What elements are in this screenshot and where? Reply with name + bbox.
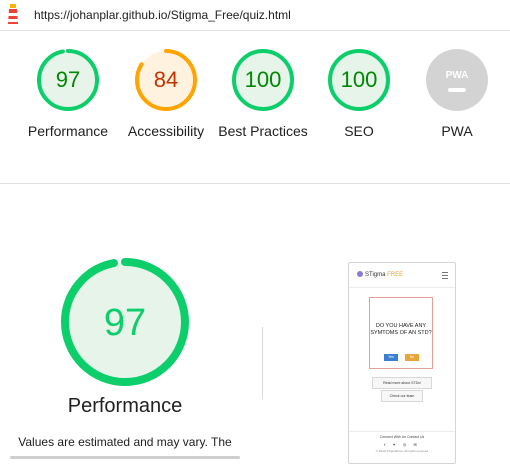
preview-no-button: No: [405, 354, 419, 361]
gauge-best-practices[interactable]: 100 Best Practices: [214, 47, 312, 141]
preview-question-card: DO YOU HAVE ANY SYMTOMS OF AN STD? Yes N…: [369, 297, 433, 369]
performance-gauge[interactable]: 97: [60, 257, 190, 387]
preview-team-button: Check our team: [381, 390, 423, 402]
preview-brand: STigma FREE: [357, 271, 403, 278]
gauge-label: Accessibility: [127, 123, 205, 139]
gauge-accessibility[interactable]: 84 Accessibility: [117, 47, 215, 141]
vertical-divider: [262, 327, 263, 399]
preview-read-more-button: Read more about STDs!: [372, 377, 432, 389]
preview-question: DO YOU HAVE ANY SYMTOMS OF AN STD?: [370, 323, 432, 336]
gauge-seo[interactable]: 100 SEO: [310, 47, 408, 141]
preview-footer: Connect With Us Contact Us f ✦ ◎ ✉ © 202…: [349, 431, 455, 463]
gauge-performance[interactable]: 97 Performance: [19, 47, 117, 141]
note-continuation: [0, 452, 250, 464]
gauge-score: 97: [56, 67, 80, 92]
preview-copyright: © 2020 STigmaFree. All rights reserved: [375, 449, 429, 453]
gauge-score: 100: [341, 67, 378, 92]
gauge-label: SEO: [344, 123, 374, 139]
final-screenshot-thumbnail: STigma FREE DO YOU HAVE ANY SYMTOMS OF A…: [348, 262, 456, 464]
gauge-score: 100: [245, 67, 282, 92]
gauge-score: 97: [104, 302, 146, 344]
lighthouse-icon: [8, 4, 18, 24]
gauge-label: PWA: [441, 123, 473, 139]
gauge-label: Best Practices: [218, 123, 308, 139]
preview-yes-button: Yes: [384, 354, 398, 361]
preview-social-icons: f ✦ ◎ ✉: [384, 442, 420, 447]
brand-logo-icon: [357, 271, 363, 277]
gauge-pwa[interactable]: PWA PWA: [408, 47, 506, 141]
page-url[interactable]: https://johanplar.github.io/Stigma_Free/…: [34, 8, 291, 22]
score-gauge: 97: [37, 49, 99, 111]
hamburger-icon: [442, 272, 448, 279]
performance-title: Performance: [67, 395, 183, 417]
preview-header: STigma FREE: [349, 263, 455, 288]
svg-text:PWA: PWA: [446, 70, 469, 81]
category-scores: 97 Performance 84 Accessibility 100 Best…: [0, 30, 510, 183]
score-gauge: 100: [328, 49, 390, 111]
gauge-score: 84: [154, 67, 178, 92]
score-gauge: 84: [135, 49, 197, 111]
url-bar: https://johanplar.github.io/Stigma_Free/…: [0, 0, 510, 31]
pwa-badge-icon: PWA: [426, 49, 488, 111]
estimate-note: Values are estimated and may vary. The: [18, 435, 232, 449]
gauge-label: Performance: [27, 123, 109, 139]
divider: [0, 183, 510, 184]
preview-footer-links: Connect With Us Contact Us: [379, 435, 425, 439]
score-gauge: 100: [232, 49, 294, 111]
